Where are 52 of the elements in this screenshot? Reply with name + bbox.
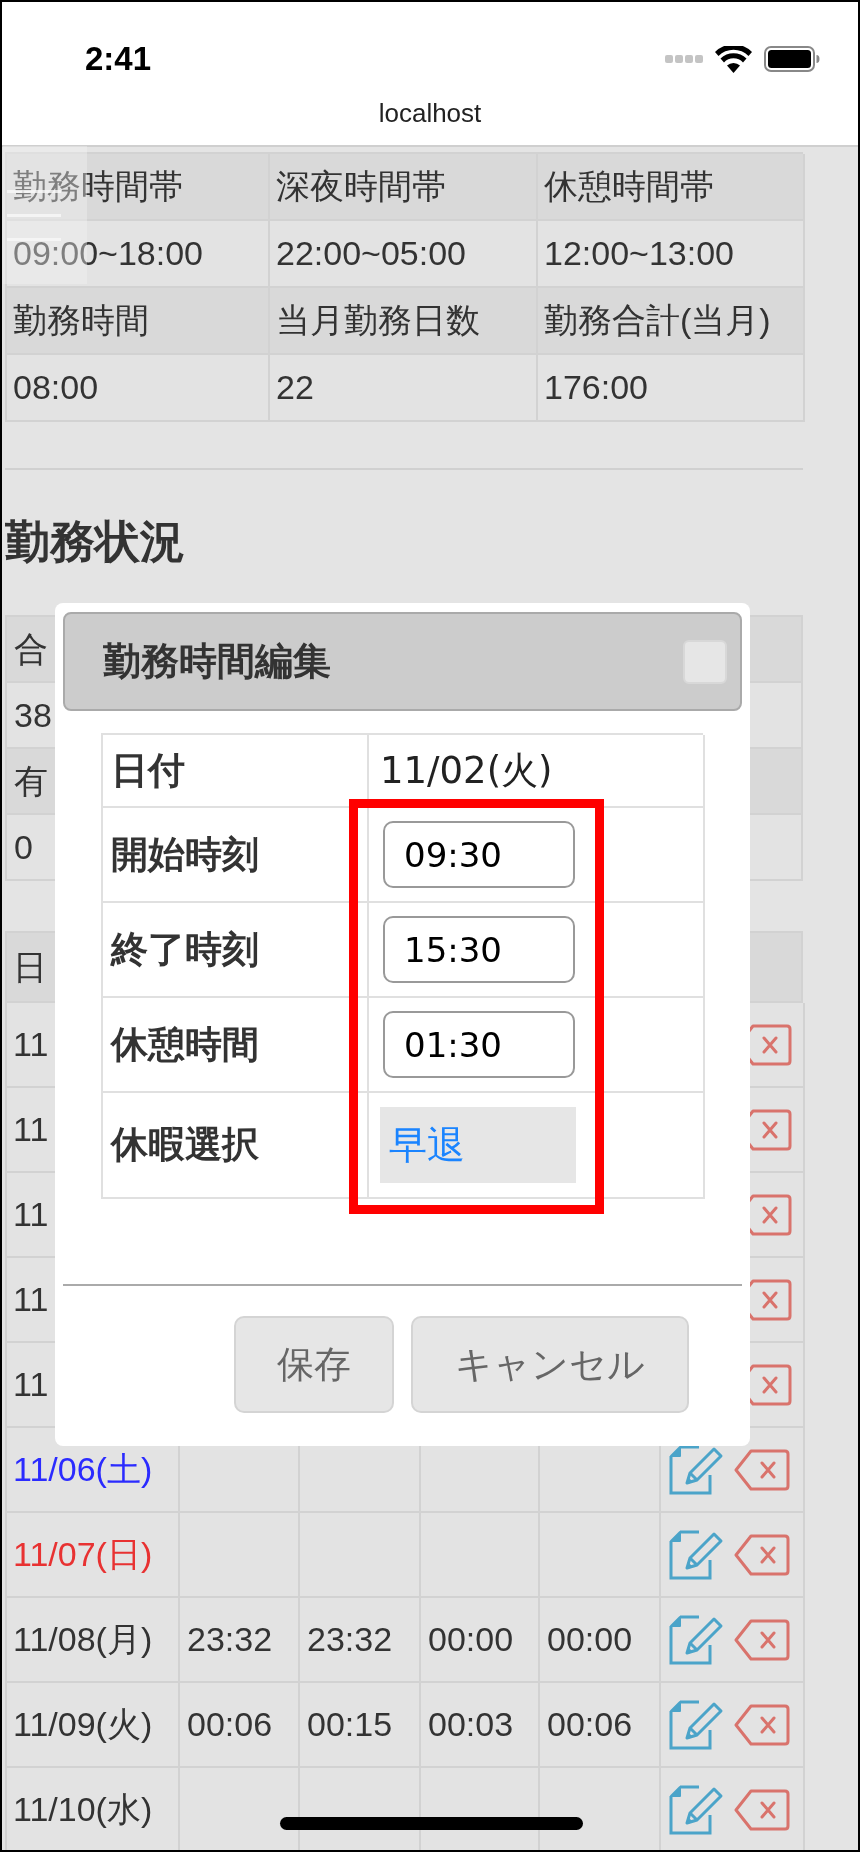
- field-label: 日付: [103, 735, 369, 808]
- table-cell: 12:00~13:00: [538, 221, 805, 288]
- table-cell: 176:00: [538, 355, 805, 422]
- table-cell: 00:00: [540, 1598, 661, 1683]
- edit-icon[interactable]: [669, 1614, 724, 1665]
- field-label: 休憩時間: [103, 998, 369, 1093]
- header-cell: 当月勤務日数: [270, 288, 538, 355]
- table-cell: 00:15: [300, 1683, 421, 1768]
- delete-icon[interactable]: [734, 1448, 790, 1491]
- header-cell: 勤務時間帯: [7, 154, 270, 221]
- signal-icon: [665, 55, 703, 63]
- url-text: localhost: [378, 98, 482, 128]
- battery-icon: [764, 46, 820, 72]
- time-input[interactable]: 15:30: [383, 916, 575, 983]
- table-cell: 23:32: [180, 1598, 300, 1683]
- header-cell: 勤務合計(当月): [538, 288, 805, 355]
- clock-time: 2:41: [85, 39, 152, 80]
- edit-icon[interactable]: [669, 1784, 724, 1835]
- delete-icon[interactable]: [734, 1703, 790, 1746]
- table-cell: 09:00~18:00: [7, 221, 270, 288]
- date-cell: 11/09(火): [7, 1683, 180, 1768]
- edit-icon[interactable]: [669, 1529, 724, 1580]
- date-cell: 11/07(日): [7, 1513, 180, 1598]
- dialog-title: 勤務時間編集: [103, 639, 331, 684]
- edit-icon[interactable]: [669, 1699, 724, 1750]
- table-cell: 00:06: [540, 1683, 661, 1768]
- delete-icon[interactable]: [734, 1533, 790, 1576]
- header-cell: 休憩時間帯: [538, 154, 805, 221]
- table-cell: 00:00: [421, 1598, 540, 1683]
- edit-icon[interactable]: [669, 1444, 724, 1495]
- time-input[interactable]: 01:30: [383, 1011, 575, 1078]
- delete-icon[interactable]: [734, 1788, 790, 1831]
- delete-icon[interactable]: [734, 1618, 790, 1661]
- time-input[interactable]: 09:30: [383, 821, 575, 888]
- table-cell: 08:00: [7, 355, 270, 422]
- table-cell: 00:03: [421, 1683, 540, 1768]
- table-cell: 00:06: [180, 1683, 300, 1768]
- field-label: 休暇選択: [103, 1093, 369, 1199]
- wifi-icon: [715, 45, 752, 73]
- table-cell: 22: [270, 355, 538, 422]
- field-label: 終了時刻: [103, 903, 369, 998]
- header-cell: 勤務時間: [7, 288, 270, 355]
- date-value: 11/02(火): [379, 747, 553, 794]
- section-heading: 勤務状況: [5, 520, 186, 564]
- save-button[interactable]: 保存: [234, 1316, 394, 1413]
- close-button[interactable]: [683, 639, 727, 684]
- date-cell: 11/08(月): [7, 1598, 180, 1683]
- header-cell: 深夜時間帯: [270, 154, 538, 221]
- field-label: 開始時刻: [103, 808, 369, 903]
- cancel-button[interactable]: キャンセル: [411, 1316, 689, 1413]
- table-cell: 23:32: [300, 1598, 421, 1683]
- table-cell: 22:00~05:00: [270, 221, 538, 288]
